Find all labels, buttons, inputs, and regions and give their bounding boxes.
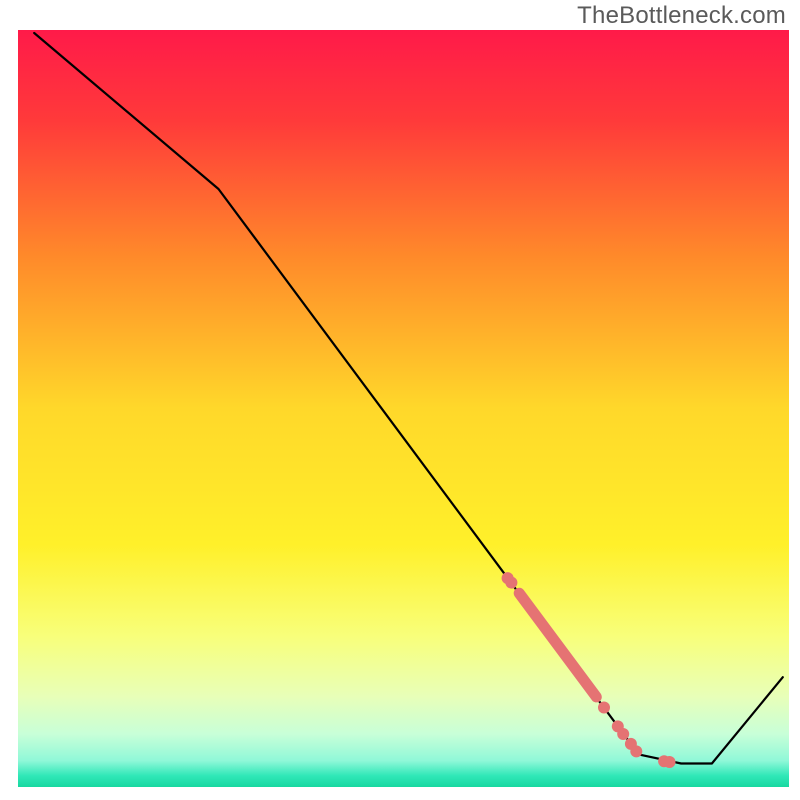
highlight-dot <box>630 745 642 757</box>
chart-svg <box>0 0 800 800</box>
highlight-dot <box>505 577 517 589</box>
plot-background <box>18 30 789 787</box>
highlight-dot <box>664 756 676 768</box>
chart-container: TheBottleneck.com <box>0 0 800 800</box>
highlight-dot <box>617 728 629 740</box>
highlight-dot <box>598 702 610 714</box>
watermark-text: TheBottleneck.com <box>577 2 786 30</box>
